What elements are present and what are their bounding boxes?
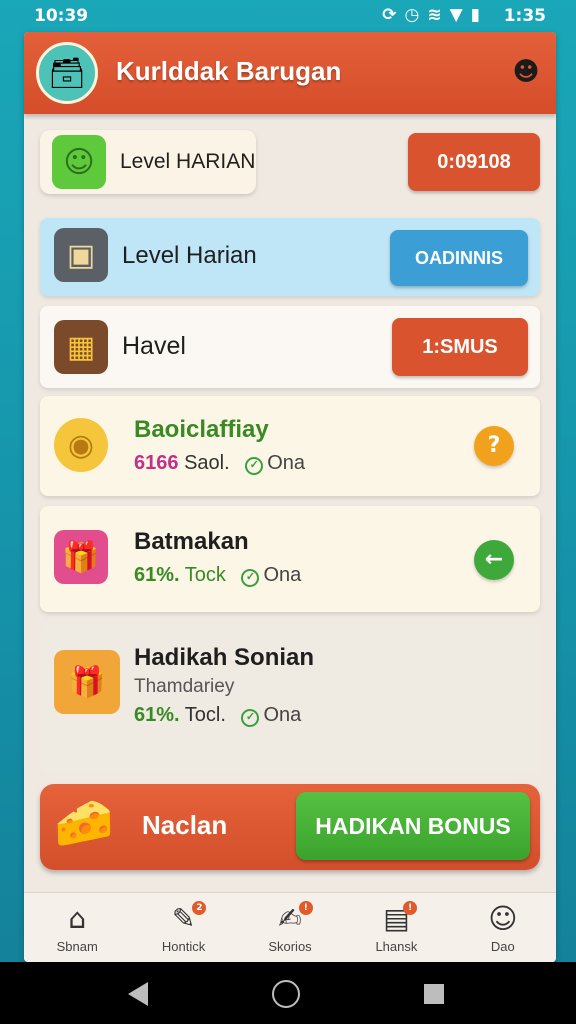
nav-label: Hontick: [161, 939, 206, 954]
app-header: 🗃 Kurlddak Barugan ☻: [24, 32, 556, 114]
smus-button[interactable]: 1:SMUS: [392, 318, 528, 376]
nav-item-hontick[interactable]: ✎ 2 Hontick: [130, 893, 236, 962]
alarm-icon: ◷: [404, 5, 420, 25]
nav-item-dao[interactable]: ☺ Dao: [450, 893, 556, 962]
ninja-avatar-icon[interactable]: ☻: [510, 56, 542, 88]
back-arrow-button[interactable]: ←: [474, 540, 514, 580]
home-circle-icon[interactable]: [272, 980, 300, 1008]
havel-row[interactable]: ▦ Havel 1:SMUS: [40, 306, 540, 388]
green-cube-icon: ☺: [52, 135, 106, 189]
card2-pct-text: Tock: [184, 564, 226, 586]
card2-meta: 61%. Tock ✓ Ona: [134, 564, 301, 587]
level-harian-row[interactable]: ▣ Level Harian OADINNIS: [40, 218, 540, 296]
app-window: 🗃 Kurlddak Barugan ☻ ☺ Level HARIAN 0:09…: [24, 32, 556, 962]
calendar-icon: ▤: [383, 902, 410, 935]
gift-box-icon: 🎁: [54, 530, 108, 584]
status-icons: ⟳ ◷ ≋ ▼ ▮: [382, 5, 480, 25]
check-circle-icon: ✓: [245, 457, 264, 475]
app-title: Kurlddak Barugan: [116, 56, 342, 86]
banner-label: Naclan: [142, 810, 228, 840]
tablet-icon: ▣: [54, 228, 108, 282]
card1-pct: 6166: [134, 452, 179, 474]
card2-status: Ona: [263, 564, 302, 586]
help-button[interactable]: ?: [474, 426, 514, 466]
sync-icon: ⟳: [382, 5, 397, 25]
card3-pct-text: Tocl.: [184, 704, 226, 726]
person-icon: ☺: [488, 902, 518, 935]
edit-box-icon: ✎: [171, 902, 196, 935]
cheese-bonus-icon: 🧀: [54, 795, 114, 851]
level-harian-label: Level HARIAN: [120, 150, 256, 173]
treasure-logo-icon: 🗃: [36, 42, 98, 104]
back-icon[interactable]: [128, 982, 148, 1006]
card3-title: Hadikah Sonian: [134, 644, 315, 671]
bonus-banner: 🧀 Naclan HADIKAN BONUS: [40, 784, 540, 870]
level-harian-row-label: Level Harian: [122, 242, 257, 269]
level-harian-card[interactable]: ☺ Level HARIAN: [40, 130, 256, 194]
status-time-right: 1:35: [503, 6, 546, 26]
hadikan-bonus-button[interactable]: HADIKAN BONUS: [296, 792, 530, 860]
card1-status: Ona: [267, 452, 306, 474]
battery-icon: ▮: [470, 5, 480, 25]
card2-title: Batmakan: [134, 528, 249, 555]
recent-apps-icon[interactable]: [424, 984, 444, 1004]
card1-meta: 6166 Saol. ✓ Ona: [134, 452, 305, 475]
timer-button[interactable]: 0:09108: [408, 133, 540, 191]
bonus-card-1[interactable]: ◉ Baoiclaffiay 6166 Saol. ✓ Ona ?: [40, 396, 540, 496]
bonus-card-3[interactable]: 🎁 Hadikah Sonian Thamdariey 61%. Tocl. ✓…: [40, 624, 540, 774]
signal-icon: ▼: [449, 5, 463, 25]
bonus-card-2[interactable]: 🎁 Batmakan 61%. Tock ✓ Ona ←: [40, 506, 540, 612]
golden-egg-icon: ◉: [54, 418, 108, 472]
status-time-left: 10:39: [34, 6, 89, 26]
nav-item-skorios[interactable]: ✍ ! Skorios: [237, 893, 343, 962]
blocks-icon: ▦: [54, 320, 108, 374]
nav-item-sbnam[interactable]: ⌂ Sbnam: [24, 893, 130, 962]
home-icon: ⌂: [68, 902, 87, 935]
card3-status: Ona: [263, 704, 302, 726]
card2-pct: 61%.: [134, 564, 180, 586]
nav-label: Skorios: [268, 939, 312, 954]
nav-badge: !: [298, 901, 313, 915]
nav-label: Lhansk: [375, 939, 418, 954]
bottom-nav: ⌂ Sbnam ✎ 2 Hontick ✍ ! Skorios ▤ ! Lhan…: [24, 892, 556, 962]
nav-label: Dao: [490, 939, 515, 954]
nav-item-lhansk[interactable]: ▤ ! Lhansk: [343, 893, 449, 962]
card3-meta: 61%. Tocl. ✓ Ona: [134, 704, 301, 727]
card1-title: Baoiclaffiay: [134, 416, 269, 443]
status-bar: 10:39 ⟳ ◷ ≋ ▼ ▮ 1:35: [0, 0, 576, 32]
gift-pile-icon: 🎁: [54, 650, 120, 714]
havel-label: Havel: [122, 332, 186, 360]
system-nav-bar: [0, 962, 576, 1024]
check-circle-icon: ✓: [241, 709, 260, 727]
wifi-icon: ≋: [427, 5, 442, 25]
nav-label: Sbnam: [56, 939, 98, 954]
oadinnis-button[interactable]: OADINNIS: [390, 230, 528, 286]
edit-note-icon: ✍: [278, 902, 302, 935]
check-circle-icon: ✓: [241, 569, 260, 587]
card3-pct: 61%.: [134, 704, 180, 726]
card3-subtitle: Thamdariey: [134, 676, 235, 697]
card1-pct-text: Saol.: [184, 452, 230, 474]
